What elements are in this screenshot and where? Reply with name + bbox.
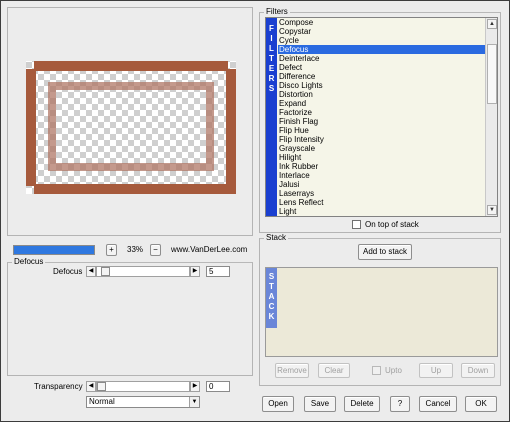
filters-band-letter: T	[269, 54, 274, 63]
transparency-label: Transparency	[34, 382, 83, 391]
filter-list-item[interactable]: Disco Lights	[278, 81, 485, 90]
upto-label: Upto	[385, 366, 402, 375]
filter-list-item[interactable]: Compose	[278, 18, 485, 27]
scroll-thumb[interactable]	[487, 44, 497, 104]
transparency-slider-thumb[interactable]	[97, 382, 106, 391]
filter-list-item[interactable]: Copystar	[278, 27, 485, 36]
progress-fill	[14, 246, 94, 254]
filter-list-item[interactable]: Distortion	[278, 90, 485, 99]
filter-list-item[interactable]: Jalusi	[278, 180, 485, 189]
defocus-increase-button[interactable]: ▶	[190, 266, 200, 277]
filter-list-item[interactable]: Flip Intensity	[278, 135, 485, 144]
save-button[interactable]: Save	[304, 396, 336, 412]
filters-band-letter: F	[269, 24, 274, 33]
filter-dialog: + 33% − www.VanDerLee.com Defocus Defocu…	[0, 0, 510, 422]
defocus-param-label: Defocus	[53, 267, 83, 276]
stack-band-letter: C	[268, 302, 275, 311]
filter-list-item[interactable]: Ink Rubber	[278, 162, 485, 171]
filter-list-scrollbar[interactable]: ▲ ▼	[485, 18, 497, 216]
stack-band-letter: A	[268, 292, 275, 301]
filter-list-item[interactable]: Light	[278, 207, 485, 216]
filter-list-item[interactable]: Laserrays	[278, 189, 485, 198]
filters-band-letter: L	[269, 44, 274, 53]
transparency-value-field[interactable]: 0	[206, 381, 230, 392]
filter-list-item[interactable]: Finish Flag	[278, 117, 485, 126]
filter-list-item[interactable]: Factorize	[278, 108, 485, 117]
chevron-down-icon[interactable]: ▼	[189, 397, 199, 407]
filter-list-item[interactable]: Defect	[278, 63, 485, 72]
filters-band-letter: I	[270, 34, 273, 43]
filters-band: FILTERS	[266, 18, 277, 216]
stack-list[interactable]: STACK	[265, 267, 498, 357]
defocus-group-title: Defocus	[12, 257, 46, 267]
filters-band-letter: R	[268, 74, 275, 83]
stack-band-letter: K	[268, 312, 275, 321]
blend-mode-select[interactable]: Normal ▼	[86, 396, 200, 408]
zoom-level: 33%	[127, 245, 144, 254]
blend-mode-value: Normal	[89, 397, 115, 406]
filters-band-letter: S	[268, 84, 275, 93]
transparency-decrease-button[interactable]: ◀	[86, 381, 96, 392]
filter-list-item[interactable]: Expand	[278, 99, 485, 108]
defocus-value-field[interactable]: 5	[206, 266, 230, 277]
filter-items: Compose Copystar Cycle Defocus Deinterlace De…	[278, 18, 485, 216]
defocus-slider-thumb[interactable]	[101, 267, 110, 276]
on-top-of-stack-checkbox[interactable]	[352, 220, 361, 229]
filter-list-item[interactable]: Interlace	[278, 171, 485, 180]
zoom-out-button[interactable]: −	[150, 244, 161, 256]
upto-checkbox[interactable]	[372, 366, 381, 375]
filter-list[interactable]: FILTERS Compose Copystar Cycle Defocus Deint…	[265, 17, 498, 217]
website-link[interactable]: www.VanDerLee.com	[171, 245, 247, 255]
filter-list-item[interactable]: Hilight	[278, 153, 485, 162]
filters-group-title: Filters	[264, 7, 290, 17]
add-to-stack-button[interactable]: Add to stack	[358, 244, 412, 260]
filter-list-item[interactable]: Grayscale	[278, 144, 485, 153]
stack-band-letter: T	[269, 282, 274, 291]
open-button[interactable]: Open	[262, 396, 294, 412]
defocus-slider[interactable]	[96, 266, 190, 277]
preview-image	[26, 61, 236, 194]
scroll-down-arrow-icon[interactable]: ▼	[487, 205, 497, 215]
stack-group-title: Stack	[264, 233, 289, 243]
scroll-up-arrow-icon[interactable]: ▲	[487, 19, 497, 29]
filter-list-item[interactable]: Defocus	[278, 45, 485, 54]
stack-band: STACK	[266, 268, 277, 328]
defocus-decrease-button[interactable]: ◀	[86, 266, 96, 277]
remove-button[interactable]: Remove	[275, 363, 309, 378]
filter-list-item[interactable]: Cycle	[278, 36, 485, 45]
help-button[interactable]: ?	[390, 396, 410, 412]
defocus-group: Defocus	[7, 257, 253, 376]
preview-panel	[7, 7, 253, 236]
filter-list-item[interactable]: Lens Reflect	[278, 198, 485, 207]
ok-button[interactable]: OK	[465, 396, 497, 412]
stack-band-letter: S	[268, 272, 275, 281]
cancel-button[interactable]: Cancel	[419, 396, 457, 412]
filters-band-letter: E	[268, 64, 275, 73]
transparency-increase-button[interactable]: ▶	[190, 381, 200, 392]
up-button[interactable]: Up	[419, 363, 453, 378]
delete-button[interactable]: Delete	[344, 396, 380, 412]
zoom-in-button[interactable]: +	[106, 244, 117, 256]
transparency-slider[interactable]	[96, 381, 190, 392]
down-button[interactable]: Down	[461, 363, 495, 378]
on-top-of-stack-label: On top of stack	[365, 220, 419, 229]
filter-list-item[interactable]: Difference	[278, 72, 485, 81]
render-progress-bar	[13, 245, 95, 255]
filter-list-item[interactable]: Flip Hue	[278, 126, 485, 135]
clear-button[interactable]: Clear	[318, 363, 350, 378]
filter-list-item[interactable]: Deinterlace	[278, 54, 485, 63]
